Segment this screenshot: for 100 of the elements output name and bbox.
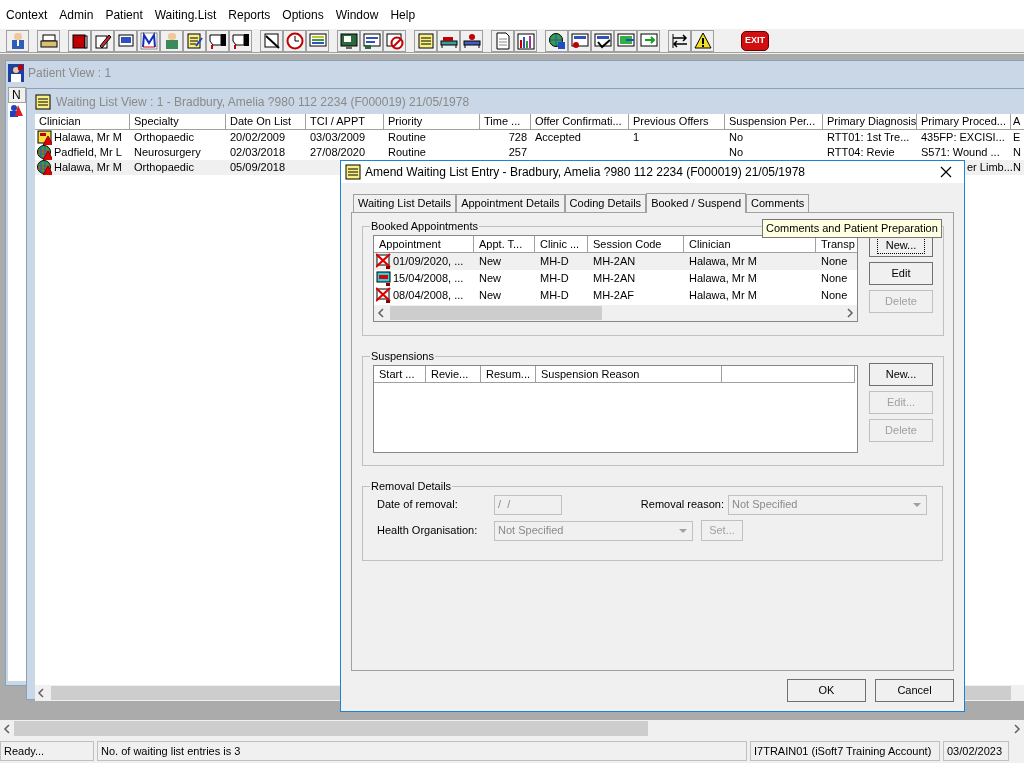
column-header[interactable]: Clinician [684, 235, 816, 253]
table-cell: Routine [388, 145, 426, 160]
toolbar-button[interactable] [260, 29, 283, 52]
toolbar-button[interactable] [591, 29, 614, 52]
toolbar-button[interactable] [306, 29, 329, 52]
toolbar-button[interactable] [568, 29, 591, 52]
button[interactable]: Cancel [875, 679, 954, 702]
patient-icon [8, 64, 24, 82]
tab[interactable]: Comments [746, 194, 810, 212]
column-header[interactable]: Revie... [426, 365, 481, 383]
arrow-form-icon [639, 31, 658, 50]
column-header[interactable]: Offer Confirmati... [531, 114, 629, 130]
scroll-right-icon [845, 306, 855, 319]
column-header[interactable]: Clinic ... [535, 235, 588, 253]
close-icon [940, 166, 952, 178]
toolbar-button[interactable] [437, 29, 460, 52]
column-header[interactable]: Date On List [226, 114, 306, 130]
column-header[interactable]: Appt. T... [474, 235, 535, 253]
button[interactable]: OK [787, 679, 866, 702]
menu-item[interactable]: Window [331, 5, 383, 24]
table-cell-text: New [479, 287, 501, 303]
table-cell: Halawa, Mr M [54, 130, 122, 145]
toolbar-button[interactable] [6, 29, 29, 52]
column-header[interactable]: Primary Proced... [917, 114, 1011, 130]
table-cell: N [1013, 145, 1021, 160]
tab[interactable]: Coding Details [564, 194, 647, 212]
column-header[interactable]: Session Code [588, 235, 684, 253]
group-title: Booked Appointments [371, 220, 479, 232]
column-header[interactable]: Time ... [480, 114, 531, 130]
menu-item[interactable]: Patient [101, 5, 147, 24]
menu-item[interactable]: Options [278, 5, 328, 24]
table-cell: Routine [388, 130, 426, 145]
toolbar-button[interactable] [337, 29, 360, 52]
toolbar-button[interactable] [283, 29, 306, 52]
person-warning-icon [8, 103, 24, 117]
toolbar-button[interactable] [68, 29, 91, 52]
column-header[interactable]: Previous Offers [629, 114, 725, 130]
table-cell: Accepted [535, 130, 581, 145]
toolbar-button[interactable] [614, 29, 637, 52]
globe-icon [547, 31, 566, 50]
tooltip: Comments and Patient Preparation [762, 219, 942, 238]
menu-item[interactable]: Admin [55, 5, 98, 24]
menu-item[interactable]: Waiting.List [150, 5, 221, 24]
table-cell: Halawa, Mr M [54, 160, 122, 175]
clock-icon [285, 31, 304, 50]
toolbar-button[interactable] [114, 29, 137, 52]
menu-item[interactable]: Help [386, 5, 420, 24]
toolbar-button[interactable] [37, 29, 60, 52]
column-header[interactable]: Priority [384, 114, 480, 130]
table-cell-text: None [821, 287, 848, 303]
menu-item[interactable]: Reports [224, 5, 275, 24]
toolbar-button[interactable] [383, 29, 406, 52]
dropdown-arrow-icon [679, 528, 687, 533]
table-row[interactable]: Padfield, Mr L Neurosurgery 02/03/2018 27/08/2020 Routine 257 No RTT04: Revie S571: Wound ... N [35, 145, 1024, 160]
column-header[interactable]: Suspension Reason [536, 365, 722, 383]
column-header[interactable]: A [1011, 114, 1024, 130]
table-cell: 435FP: EXCISI... [921, 130, 1005, 145]
toolbar-button[interactable] [691, 29, 714, 52]
column-header[interactable]: Specialty [130, 114, 226, 130]
toolbar-button[interactable] [360, 29, 383, 52]
column-header[interactable]: N [8, 87, 26, 103]
table-cell: Orthopaedic [134, 160, 194, 175]
table-cell: No [729, 145, 744, 160]
toolbar-button[interactable] [137, 29, 160, 52]
bar-chart-icon [516, 31, 535, 50]
column-header[interactable]: Appointment [374, 235, 474, 253]
column-header[interactable]: Primary Diagnosis [823, 114, 917, 130]
toolbar-button[interactable] [183, 29, 206, 52]
column-header[interactable]: Clinician [35, 114, 130, 130]
table-cell-text: Halawa, Mr M [689, 253, 757, 269]
form-icon [362, 31, 381, 50]
list-icon [416, 31, 435, 50]
column-header[interactable]: Suspension Per... [725, 114, 823, 130]
table-cell: N [1013, 160, 1021, 175]
toolbar-button[interactable] [668, 29, 691, 52]
button[interactable]: New... [869, 362, 933, 386]
column-header[interactable]: Start ... [374, 365, 426, 383]
toolbar-button[interactable] [460, 29, 483, 52]
status-field: Ready... [0, 740, 94, 761]
toolbar-button[interactable] [91, 29, 114, 52]
column-header[interactable] [722, 365, 855, 383]
exit-button[interactable]: EXIT [741, 30, 769, 51]
form-person-icon [570, 31, 589, 50]
scanner-icon [116, 31, 135, 50]
table-cell-text: 15/04/2008, ... [393, 270, 464, 286]
column-header[interactable]: TCI / APPT [306, 114, 384, 130]
tab[interactable]: Waiting List Details [353, 194, 457, 212]
menu-item[interactable]: Context [2, 5, 52, 24]
toolbar-button[interactable] [514, 29, 537, 52]
tab[interactable]: Appointment Details [456, 194, 565, 212]
form-check-icon [593, 31, 612, 50]
horizontal-scrollbar[interactable] [374, 304, 857, 321]
swap-arrows-icon [670, 31, 689, 50]
table-cell-text: MH-D [540, 270, 569, 286]
toolbar-button[interactable] [545, 29, 568, 52]
column-header[interactable]: Resum... [481, 365, 536, 383]
patient-bed-icon [462, 31, 481, 50]
tab[interactable]: Booked / Suspend [646, 193, 747, 213]
button[interactable]: Edit [869, 261, 933, 285]
window-title: Waiting List View : 1 - Bradbury, Amelia ?980 112 2234 (F000019) 21/05/1978 [56, 93, 470, 111]
